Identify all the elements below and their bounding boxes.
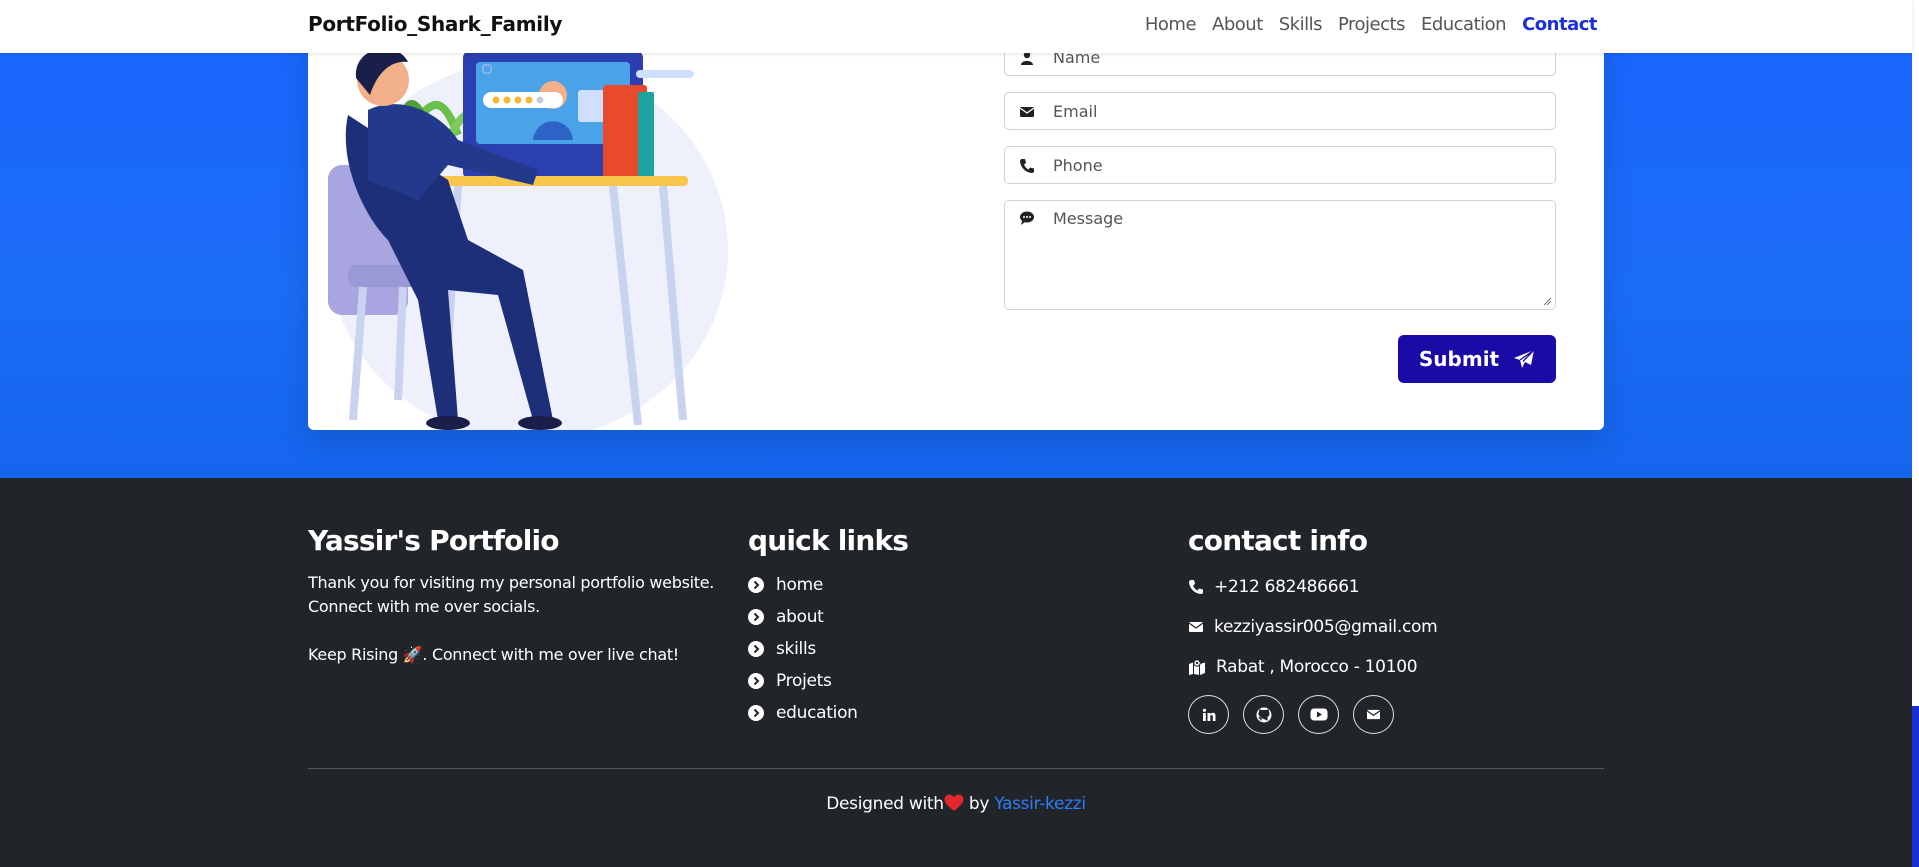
youtube-button[interactable] bbox=[1298, 695, 1339, 734]
github-button[interactable] bbox=[1243, 695, 1284, 734]
resize-handle-icon[interactable] bbox=[1543, 297, 1552, 306]
scrollbar-thumb[interactable] bbox=[1912, 706, 1919, 867]
envelope-icon bbox=[1366, 709, 1381, 720]
chevron-circle-right-icon bbox=[748, 609, 764, 625]
linkedin-button[interactable] bbox=[1188, 695, 1229, 734]
footer-credit: Designed with by Yassir-kezzi bbox=[0, 794, 1912, 814]
author-link[interactable]: Yassir-kezzi bbox=[994, 794, 1086, 814]
brand-logo[interactable]: PortFolio_Shark_Family bbox=[308, 12, 562, 36]
quick-links-title: quick links bbox=[748, 524, 909, 557]
footer-about-title: Yassir's Portfolio bbox=[308, 524, 560, 557]
envelope-icon bbox=[1019, 107, 1035, 117]
quick-link-label: home bbox=[776, 575, 823, 595]
comment-dots-icon bbox=[1020, 211, 1034, 225]
chevron-circle-right-icon bbox=[748, 577, 764, 593]
contact-address-value: Rabat , Morocco - 10100 bbox=[1216, 657, 1418, 677]
nav-home[interactable]: Home bbox=[1145, 14, 1197, 35]
heart-icon bbox=[944, 794, 964, 811]
contact-phone: +212 682486661 bbox=[1188, 567, 1608, 607]
social-links bbox=[1188, 695, 1608, 734]
nav-skills[interactable]: Skills bbox=[1279, 14, 1323, 35]
submit-button[interactable]: Submit bbox=[1398, 335, 1556, 383]
quick-link-education[interactable]: education bbox=[748, 697, 1148, 729]
phone-field[interactable] bbox=[1004, 146, 1556, 184]
navbar: PortFolio_Shark_Family Home About Skills… bbox=[0, 0, 1912, 53]
footer-divider bbox=[308, 768, 1604, 769]
contact-email: kezziyassir005@gmail.com bbox=[1188, 607, 1608, 647]
contact-email-value: kezziyassir005@gmail.com bbox=[1214, 617, 1438, 637]
youtube-icon bbox=[1310, 708, 1327, 721]
quick-links-list: home about skills Projets education bbox=[748, 569, 1148, 729]
phone-icon bbox=[1020, 159, 1034, 173]
quick-link-skills[interactable]: skills bbox=[748, 633, 1148, 665]
message-input[interactable] bbox=[1053, 209, 1545, 299]
contact-address: Rabat , Morocco - 10100 bbox=[1188, 647, 1608, 687]
nav-about[interactable]: About bbox=[1212, 14, 1263, 35]
email-field[interactable] bbox=[1004, 92, 1556, 130]
map-marked-icon bbox=[1189, 659, 1205, 675]
email-input[interactable] bbox=[1053, 93, 1545, 129]
nav-contact[interactable]: Contact bbox=[1522, 14, 1597, 35]
footer-about-text2: Keep Rising 🚀. Connect with me over live… bbox=[308, 645, 679, 664]
contact-phone-value: +212 682486661 bbox=[1214, 577, 1360, 597]
scrollbar-track[interactable] bbox=[1912, 0, 1919, 867]
nav-projects[interactable]: Projects bbox=[1338, 14, 1405, 35]
github-icon bbox=[1256, 707, 1271, 722]
chevron-circle-right-icon bbox=[748, 705, 764, 721]
quick-link-projets[interactable]: Projets bbox=[748, 665, 1148, 697]
credit-by: by bbox=[968, 794, 990, 814]
nav-education[interactable]: Education bbox=[1421, 14, 1507, 35]
email-button[interactable] bbox=[1353, 695, 1394, 734]
chevron-circle-right-icon bbox=[748, 673, 764, 689]
credit-prefix: Designed with bbox=[826, 794, 944, 814]
contact-section: Submit bbox=[0, 0, 1912, 478]
footer: Yassir's Portfolio Thank you for visitin… bbox=[0, 478, 1912, 867]
contact-card: Submit bbox=[308, 0, 1604, 430]
paper-plane-icon bbox=[1514, 349, 1535, 368]
footer-quick-links: quick links home about skills Projets ed… bbox=[748, 524, 1148, 729]
quick-link-about[interactable]: about bbox=[748, 601, 1148, 633]
envelope-icon bbox=[1188, 622, 1204, 632]
chevron-circle-right-icon bbox=[748, 641, 764, 657]
phone-input[interactable] bbox=[1053, 147, 1545, 183]
message-field[interactable] bbox=[1004, 200, 1556, 310]
quick-link-label: Projets bbox=[776, 671, 832, 691]
quick-link-label: about bbox=[776, 607, 824, 627]
quick-link-label: skills bbox=[776, 639, 816, 659]
footer-about-text: Thank you for visiting my personal portf… bbox=[308, 573, 715, 616]
nav-links: Home About Skills Projects Education Con… bbox=[1145, 14, 1598, 35]
quick-link-home[interactable]: home bbox=[748, 569, 1148, 601]
contact-info-title: contact info bbox=[1188, 524, 1368, 557]
footer-contact-info: contact info +212 682486661 kezziyassir0… bbox=[1188, 524, 1608, 734]
submit-label: Submit bbox=[1418, 347, 1500, 371]
contact-illustration bbox=[328, 7, 728, 430]
quick-link-label: education bbox=[776, 703, 858, 723]
linkedin-icon bbox=[1202, 708, 1215, 721]
phone-icon bbox=[1189, 580, 1203, 594]
footer-about: Yassir's Portfolio Thank you for visitin… bbox=[308, 524, 728, 667]
